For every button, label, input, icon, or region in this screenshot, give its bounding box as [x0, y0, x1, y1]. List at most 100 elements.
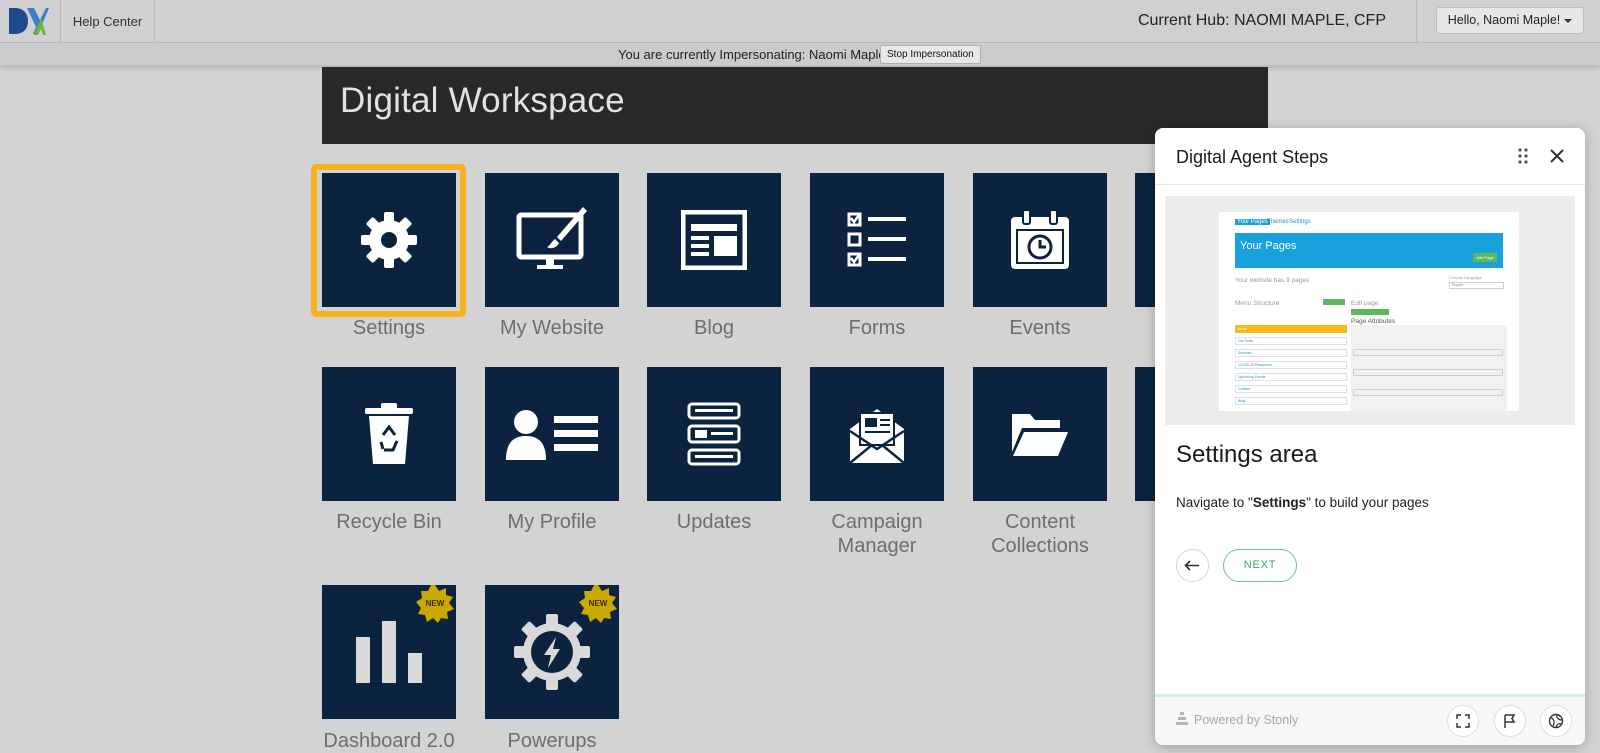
preview-green-button — [1323, 299, 1345, 305]
guide-footer: Powered by Stonly — [1155, 694, 1585, 745]
preview-menu-item: Home — [1235, 325, 1347, 333]
recycle-bin-icon — [365, 403, 413, 464]
calendar-clock-icon — [1011, 209, 1069, 269]
tile-label-forms: Forms — [848, 317, 906, 339]
preview-menu-item: Our Team — [1235, 337, 1347, 345]
back-button[interactable] — [1176, 549, 1209, 582]
preview-tab-settings: Settings — [1289, 219, 1311, 225]
impersonation-message: You are currently Impersonating: Naomi M… — [618, 47, 886, 62]
dya-logo-icon — [9, 8, 49, 35]
user-greeting: Hello, Naomi Maple! — [1447, 13, 1561, 27]
new-badge: NEW — [416, 585, 454, 623]
step-desc-text: " to build your pages — [1306, 495, 1429, 510]
tile-forms[interactable] — [810, 173, 944, 307]
page-title: Digital Workspace — [340, 81, 625, 120]
step-preview-image: Your Pages Themes Settings Your Pages Ad… — [1165, 196, 1575, 425]
user-menu-button[interactable]: Hello, Naomi Maple! — [1436, 7, 1584, 34]
preview-screenshot: Your Pages Themes Settings Your Pages Ad… — [1219, 212, 1519, 411]
tile-label-updates: Updates — [676, 511, 752, 533]
tile-label-recycle-bin: Recycle Bin — [336, 511, 442, 533]
fullscreen-button[interactable] — [1447, 705, 1479, 737]
monitor-brush-icon — [516, 207, 587, 269]
preview-input-2 — [1353, 369, 1503, 376]
preview-menu-item: Contact — [1235, 385, 1347, 393]
tile-my-profile[interactable] — [485, 367, 619, 501]
dya-logo[interactable] — [0, 0, 61, 43]
tile-content-collections[interactable] — [973, 367, 1107, 501]
tile-recycle-bin[interactable] — [322, 367, 456, 501]
report-button[interactable] — [1494, 705, 1526, 737]
step-desc-bold: Settings — [1252, 495, 1307, 510]
help-center-link[interactable]: Help Center — [61, 0, 155, 43]
preview-menu-item: COVID-19 Resources — [1235, 361, 1347, 369]
tile-label-dashboard: Dashboard 2.0 — [323, 730, 455, 752]
folder-open-icon — [1012, 414, 1068, 456]
tile-my-website[interactable] — [485, 173, 619, 307]
tile-label-events: Events — [1009, 317, 1071, 339]
preview-green-tag — [1351, 309, 1389, 315]
tile-label-settings: Settings — [352, 317, 426, 339]
checklist-icon — [847, 212, 906, 267]
topbar-divider — [1416, 0, 1417, 43]
new-badge: NEW — [579, 585, 617, 623]
arrow-left-icon — [1184, 560, 1199, 571]
preview-language-label: Choose Language — [1449, 275, 1482, 280]
tile-label-content-collections: Content Collections — [991, 511, 1089, 557]
envelope-icon — [849, 409, 905, 464]
stonly-logo-icon — [1176, 712, 1188, 725]
preview-banner: Your Pages Add Page — [1235, 233, 1503, 268]
preview-input-3 — [1353, 389, 1503, 396]
flag-icon — [1504, 714, 1516, 728]
tile-blog[interactable] — [647, 173, 781, 307]
preview-attributes-box — [1351, 325, 1507, 411]
tile-label-campaign-manager: Campaign Manager — [831, 511, 923, 557]
tile-label-powerups: Powerups — [507, 730, 597, 752]
globe-icon — [1548, 713, 1564, 729]
preview-banner-title: Your Pages — [1240, 240, 1297, 252]
stop-impersonation-button[interactable]: Stop Impersonation — [880, 45, 981, 64]
preview-count: Your website has 9 pages — [1235, 277, 1310, 284]
close-icon[interactable] — [1546, 145, 1568, 167]
fullscreen-icon — [1456, 714, 1470, 728]
preview-menu-item: Services — [1235, 349, 1347, 357]
tile-label-my-profile: My Profile — [507, 511, 597, 533]
new-badge-label: NEW — [588, 599, 608, 608]
tile-label-blog: Blog — [693, 317, 735, 339]
preview-input-1 — [1353, 349, 1503, 356]
preview-menu-item: Blog — [1235, 397, 1347, 405]
language-button[interactable] — [1540, 705, 1572, 737]
gear-bolt-icon — [514, 614, 590, 690]
preview-menu-structure: Menu Structure — [1235, 300, 1280, 307]
preview-menu-item: Upcoming Events — [1235, 373, 1347, 381]
newspaper-icon — [681, 210, 747, 270]
tile-updates[interactable] — [647, 367, 781, 501]
tile-label-my-website: My Website — [499, 317, 605, 339]
preview-tab-pages: Your Pages — [1235, 219, 1270, 225]
current-hub-label: Current Hub: NAOMI MAPLE, CFP — [1137, 12, 1386, 29]
guide-header: Digital Agent Steps — [1155, 128, 1585, 185]
workspace-header: Digital Workspace — [322, 67, 1268, 144]
preview-language-select: English — [1449, 282, 1504, 289]
caret-down-icon — [1564, 18, 1573, 23]
preview-tab-themes: Themes — [1267, 219, 1289, 225]
new-badge-label: NEW — [425, 599, 445, 608]
step-description: Navigate to "Settings" to build your pag… — [1176, 495, 1429, 510]
preview-add-page: Add Page — [1473, 253, 1497, 262]
top-nav-bar: Help Center Current Hub: NAOMI MAPLE, CF… — [0, 0, 1600, 43]
preview-page-attributes: Page Attributes — [1351, 318, 1396, 325]
tile-campaign-manager[interactable] — [810, 367, 944, 501]
step-title: Settings area — [1176, 441, 1318, 468]
settings-highlight — [311, 164, 466, 317]
step-desc-text: Navigate to " — [1176, 495, 1253, 510]
powered-by-label: Powered by Stonly — [1194, 713, 1299, 727]
bar-chart-icon — [356, 621, 422, 683]
profile-card-icon — [506, 410, 598, 460]
list-stack-icon — [687, 402, 741, 466]
preview-edit-page: Edit page — [1351, 300, 1379, 307]
impersonation-bar: You are currently Impersonating: Naomi M… — [0, 44, 1600, 66]
guide-panel: Digital Agent Steps Your Pages Themes Se… — [1155, 128, 1585, 745]
next-button[interactable]: NEXT — [1223, 549, 1297, 582]
tile-events[interactable] — [973, 173, 1107, 307]
drag-handle-icon[interactable] — [1513, 146, 1533, 166]
guide-title: Digital Agent Steps — [1176, 147, 1329, 167]
